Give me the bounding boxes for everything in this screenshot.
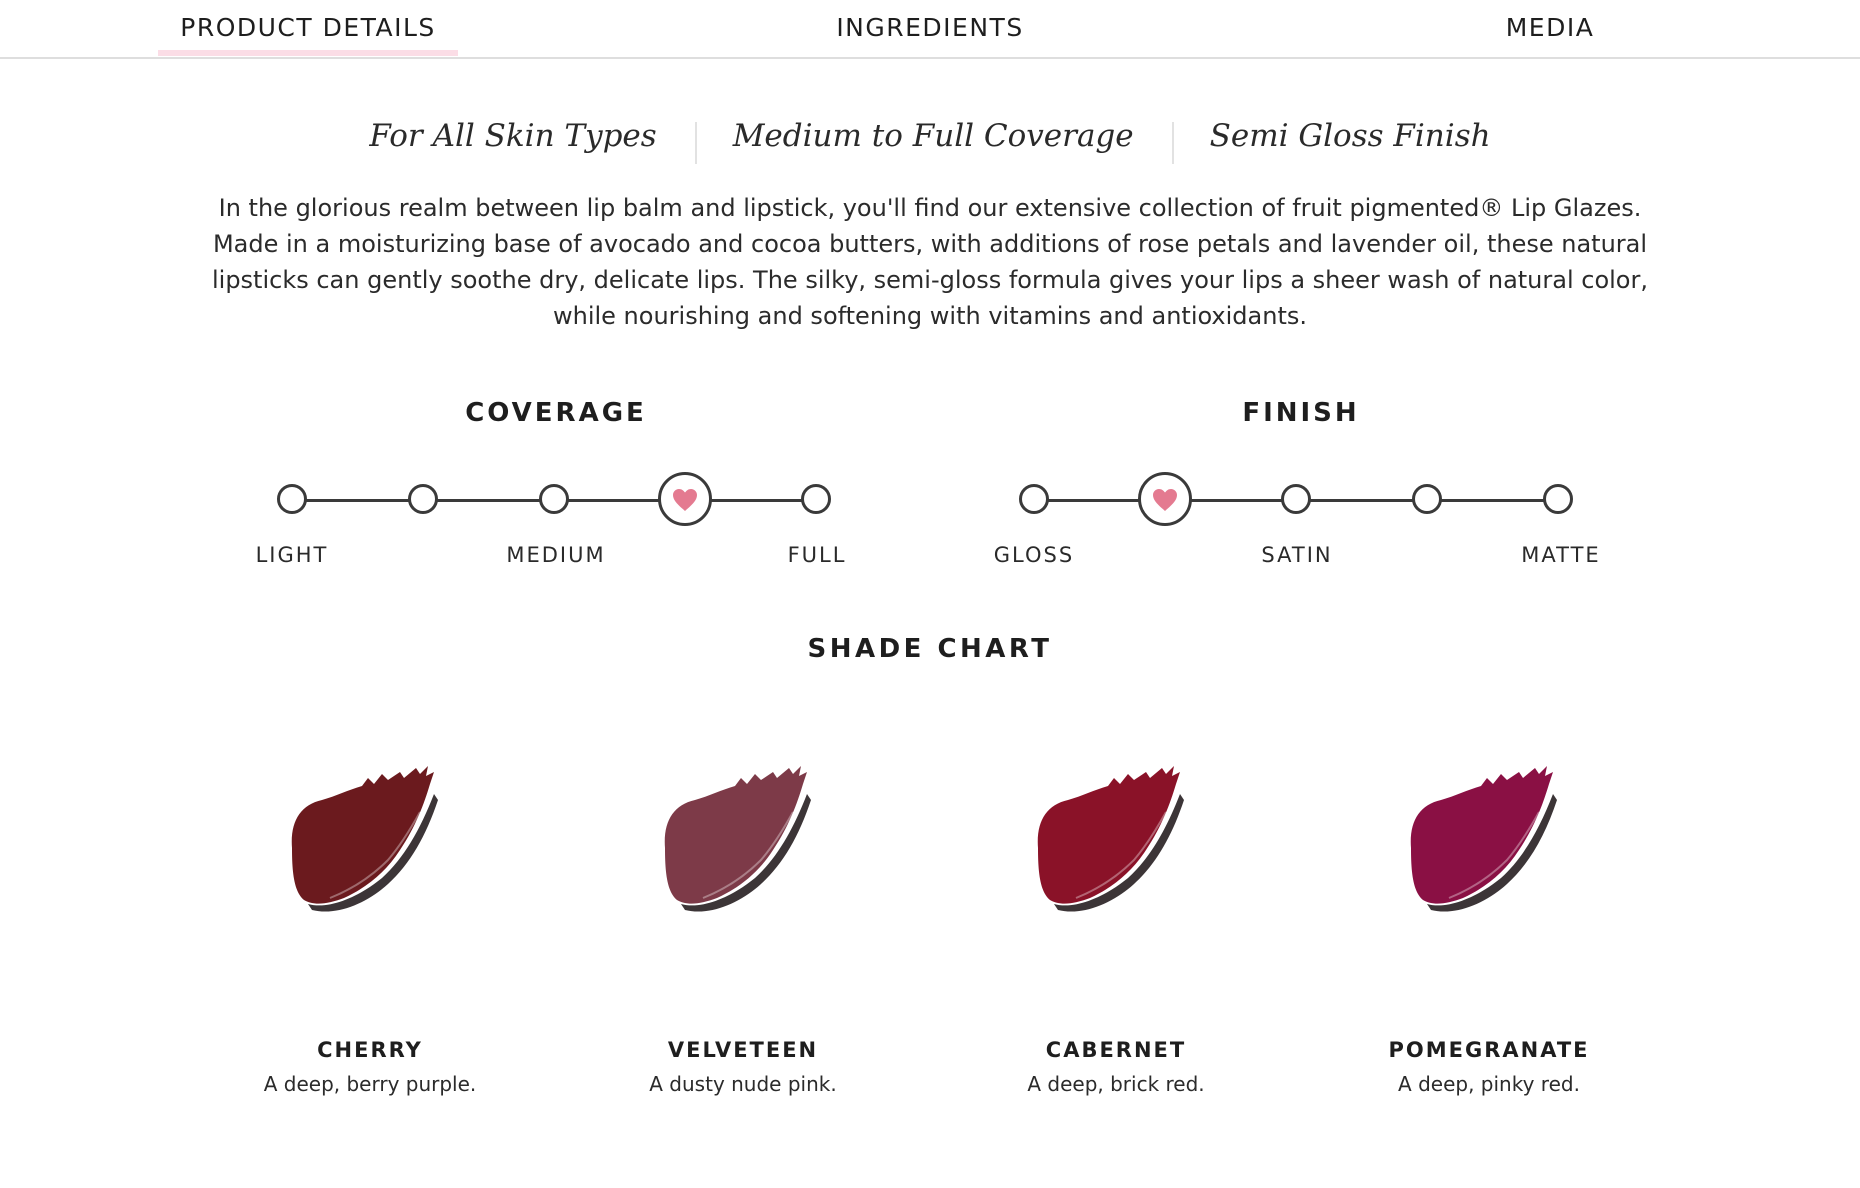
swatch-cabernet[interactable] — [1016, 760, 1216, 930]
finish-label-matte: MATTE — [1521, 543, 1601, 567]
coverage-step-1[interactable] — [277, 484, 307, 514]
attribute-coverage: Medium to Full Coverage — [694, 118, 1172, 164]
heart-icon — [673, 488, 697, 511]
shade-card-cabernet[interactable]: CABERNET A deep, brick red. — [966, 760, 1266, 1096]
finish-step-4[interactable] — [1412, 484, 1442, 514]
tab-ingredients[interactable]: INGREDIENTS — [830, 8, 1030, 48]
shade-chart-title: SHADE CHART — [807, 634, 1053, 664]
attribute-skin-types: For All Skin Types — [369, 118, 657, 154]
finish-step-1[interactable] — [1019, 484, 1049, 514]
swatch-fill — [1037, 766, 1180, 904]
finish-label-satin: SATIN — [1261, 543, 1333, 567]
coverage-step-5[interactable] — [801, 484, 831, 514]
finish-step-2[interactable] — [1138, 472, 1192, 526]
finish-scale — [1019, 470, 1573, 530]
tab-media[interactable]: MEDIA — [1490, 8, 1610, 48]
coverage-scale — [277, 470, 831, 530]
shade-name: CHERRY — [317, 1038, 423, 1062]
coverage-label-full: FULL — [787, 543, 847, 567]
shade-description: A deep, pinky red. — [1398, 1072, 1580, 1096]
shade-name: POMEGRANATE — [1388, 1038, 1590, 1062]
swatch-velveteen[interactable] — [643, 760, 843, 930]
finish-title: FINISH — [1242, 398, 1360, 428]
heart-icon — [1153, 488, 1177, 511]
swatch-cherry[interactable] — [270, 760, 470, 930]
shade-name: VELVETEEN — [667, 1038, 819, 1062]
product-tabs: PRODUCT DETAILS INGREDIENTS MEDIA — [0, 0, 1860, 59]
swatch-pomegranate[interactable] — [1389, 760, 1589, 930]
finish-step-5[interactable] — [1543, 484, 1573, 514]
coverage-label-light: LIGHT — [255, 543, 329, 567]
attribute-finish: Semi Gloss Finish — [1171, 118, 1529, 164]
swatch-fill — [664, 766, 807, 904]
swatch-fill — [291, 766, 434, 904]
shade-card-cherry[interactable]: CHERRY A deep, berry purple. — [220, 760, 520, 1096]
coverage-title: COVERAGE — [465, 398, 647, 428]
shade-name: CABERNET — [1045, 1038, 1187, 1062]
shade-card-pomegranate[interactable]: POMEGRANATE A deep, pinky red. — [1339, 760, 1639, 1096]
coverage-label-medium: MEDIUM — [506, 543, 606, 567]
finish-label-gloss: GLOSS — [993, 543, 1075, 567]
coverage-step-3[interactable] — [539, 484, 569, 514]
finish-step-3[interactable] — [1281, 484, 1311, 514]
swatch-fill — [1410, 766, 1553, 904]
product-description: In the glorious realm between lip balm a… — [211, 194, 1648, 330]
product-attributes: For All Skin Types Medium to Full Coverag… — [0, 118, 1860, 164]
shade-description: A deep, brick red. — [1027, 1072, 1205, 1096]
coverage-step-4[interactable] — [658, 472, 712, 526]
shade-card-velveteen[interactable]: VELVETEEN A dusty nude pink. — [593, 760, 893, 1096]
coverage-step-2[interactable] — [408, 484, 438, 514]
tab-product-details[interactable]: PRODUCT DETAILS — [158, 8, 458, 56]
shade-description: A dusty nude pink. — [649, 1072, 837, 1096]
shade-description: A deep, berry purple. — [263, 1072, 477, 1096]
